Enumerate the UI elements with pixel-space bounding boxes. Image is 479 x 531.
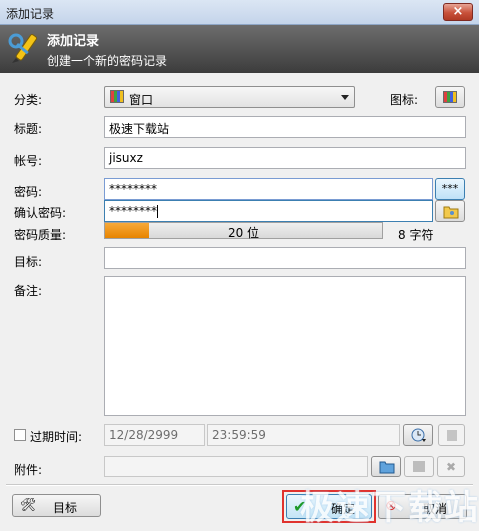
window-title: 添加记录 xyxy=(6,7,55,21)
password-label: 密码: xyxy=(14,185,43,199)
expires-date-field[interactable]: 12/28/2999 xyxy=(104,424,205,446)
icon-label: 图标: xyxy=(390,93,419,107)
group-combo[interactable]: 窗口 xyxy=(104,86,355,108)
group-label: 分类: xyxy=(14,93,43,107)
password-generator-button[interactable] xyxy=(435,200,465,222)
attach-file-button[interactable] xyxy=(371,456,401,477)
expires-checkbox[interactable] xyxy=(14,429,26,441)
banner-title: 添加记录 xyxy=(47,34,100,49)
password-char-count: 8 字符 xyxy=(398,228,434,242)
tools-button[interactable]: 🛠 目标 xyxy=(12,494,101,517)
password-quality-bar: 20 位 xyxy=(104,222,383,240)
toggle-password-mask-button[interactable]: *** xyxy=(435,178,465,200)
password-quality-bits: 20 位 xyxy=(227,226,260,240)
calendar-icon xyxy=(447,430,457,441)
icon-picker-button[interactable] xyxy=(435,86,465,108)
user-label: 帐号: xyxy=(14,154,43,168)
window-icon xyxy=(443,91,457,103)
repeat-password-label: 确认密码: xyxy=(14,206,67,220)
password-field[interactable]: ******** xyxy=(104,178,433,200)
notes-label: 备注: xyxy=(14,284,43,298)
repeat-password-field[interactable]: ******** xyxy=(104,200,433,222)
repeat-password-value: ******** xyxy=(109,204,157,218)
window-titlebar: 添加记录 × xyxy=(0,0,479,25)
text-cursor xyxy=(157,205,158,218)
open-folder-icon xyxy=(379,461,395,474)
dialog-banner: 添加记录 创建一个新的密码记录 xyxy=(0,25,479,73)
close-icon: × xyxy=(452,4,464,19)
password-quality-label: 密码质量: xyxy=(14,228,67,242)
close-button[interactable]: × xyxy=(443,3,473,21)
tools-button-label: 目标 xyxy=(53,501,78,515)
expires-presets-button[interactable] xyxy=(403,424,433,446)
expires-time-field[interactable]: 23:59:59 xyxy=(207,424,400,446)
delete-icon: ✖ xyxy=(446,460,457,474)
group-value: 窗口 xyxy=(129,93,154,107)
user-name-field[interactable]: jisuxz xyxy=(104,147,466,169)
folder-key-icon xyxy=(443,206,459,219)
attachment-label: 附件: xyxy=(14,463,43,477)
save-attachment-button[interactable] xyxy=(404,456,434,477)
title-label: 标题: xyxy=(14,122,43,136)
tools-icon: 🛠 xyxy=(20,498,37,513)
banner-subtitle: 创建一个新的密码记录 xyxy=(47,54,168,68)
title-field[interactable]: 极速下载站 xyxy=(104,116,466,138)
window-icon xyxy=(110,90,124,103)
remove-attachment-button[interactable]: ✖ xyxy=(437,456,465,477)
watermark-text: 极速下载站 xyxy=(300,488,479,528)
url-field[interactable] xyxy=(104,247,466,269)
url-label: 目标: xyxy=(14,255,43,269)
clock-dropdown-icon xyxy=(411,428,426,442)
save-icon xyxy=(413,461,425,472)
expires-label: 过期时间: xyxy=(30,430,83,444)
notes-textarea[interactable] xyxy=(104,276,466,416)
keys-pencil-icon xyxy=(8,33,38,63)
toggle-mask-label: *** xyxy=(441,182,459,195)
chevron-down-icon xyxy=(341,95,349,100)
attachment-field[interactable] xyxy=(104,456,368,477)
expires-now-button[interactable] xyxy=(438,424,465,446)
